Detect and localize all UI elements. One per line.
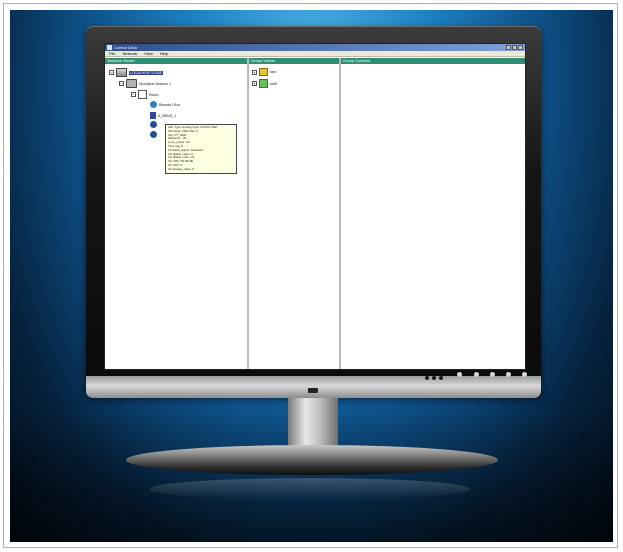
menu-help[interactable]: Help: [160, 51, 168, 56]
tree-node-modulbus[interactable]: − Modulbus Network 1: [119, 79, 171, 88]
tree-node-label: A_MBUS_1: [158, 113, 177, 118]
group-controls-header: Group Controls: [341, 58, 525, 64]
group-node-stuff[interactable]: + stuff: [252, 79, 277, 88]
menu-file[interactable]: File: [109, 51, 115, 56]
monitor-stand-base: [126, 445, 498, 475]
group-viewer-pane: Group Viewer + ssm + stuff: [249, 58, 341, 369]
collapse-icon[interactable]: −: [119, 81, 124, 86]
window-title: Control Deck: [114, 45, 138, 50]
monitor-stand-neck: [288, 398, 338, 448]
tree-node-rack[interactable]: − Rack1: [131, 90, 159, 99]
monitor-control-button[interactable]: [506, 372, 511, 377]
globe-icon: [150, 121, 157, 128]
group-viewer-header: Group Viewer: [249, 58, 339, 64]
status-led: [432, 376, 436, 380]
close-button[interactable]: [518, 45, 523, 50]
tree-node-device[interactable]: [150, 131, 157, 138]
globe-icon: [150, 131, 157, 138]
tree-node-localhost[interactable]: − LOCALHOST:12345: [109, 68, 163, 77]
menu-view[interactable]: View: [144, 51, 153, 56]
device-tooltip: LEF Type: Analog Input (ST100 TSE) Firmw…: [165, 124, 237, 174]
stand-reflection: [150, 478, 470, 500]
collapse-icon[interactable]: −: [131, 92, 136, 97]
monitor-control-button[interactable]: [490, 372, 495, 377]
status-led: [439, 376, 443, 380]
monitor-control-button[interactable]: [474, 372, 479, 377]
monitor-screen: Control Deck File Network View Help Netw…: [104, 43, 526, 370]
collapse-icon[interactable]: −: [109, 70, 114, 75]
tree-node-device[interactable]: [150, 121, 157, 128]
device-icon: [150, 112, 156, 119]
tree-node-remote-bus[interactable]: Remote1 Bus: [150, 101, 180, 108]
tree-node-label: Remote1 Bus: [159, 102, 181, 107]
group-icon: [259, 68, 268, 76]
expand-icon[interactable]: +: [252, 69, 257, 75]
menu-bar: File Network View Help: [105, 51, 525, 57]
network-viewer-header: Network Viewer: [105, 58, 247, 64]
menu-network[interactable]: Network: [122, 51, 137, 56]
group-controls-pane: Group Controls: [341, 58, 525, 369]
tree-node-mbus[interactable]: A_MBUS_1: [150, 112, 176, 119]
bus-icon: [150, 101, 157, 108]
tooltip-line: I/O analog_value: 0: [168, 166, 195, 171]
network-viewer-pane: Network Viewer − LOCALHOST:12345 − Modul…: [105, 58, 249, 369]
status-led: [425, 376, 429, 380]
power-button[interactable]: [522, 372, 527, 377]
group-node-ssm[interactable]: + ssm: [252, 68, 276, 76]
monitor-bezel-bottom: [86, 376, 541, 398]
group-node-label: stuff: [270, 81, 277, 86]
app-icon: [107, 45, 112, 50]
minimize-button[interactable]: [506, 45, 511, 50]
computer-icon: [116, 68, 127, 77]
group-node-label: ssm: [270, 70, 277, 74]
group-icon: [259, 79, 268, 88]
network-icon: [126, 79, 137, 88]
monitor-logo: [308, 388, 318, 393]
tree-node-label: Modulbus Network 1: [139, 81, 171, 86]
tree-node-label: LOCALHOST:12345: [129, 70, 163, 75]
maximize-button[interactable]: [512, 45, 517, 50]
tree-node-label: Rack1: [149, 92, 159, 97]
expand-icon[interactable]: +: [252, 81, 257, 86]
title-bar: Control Deck: [105, 44, 525, 51]
rack-icon: [138, 90, 147, 99]
monitor-control-button[interactable]: [457, 372, 462, 377]
